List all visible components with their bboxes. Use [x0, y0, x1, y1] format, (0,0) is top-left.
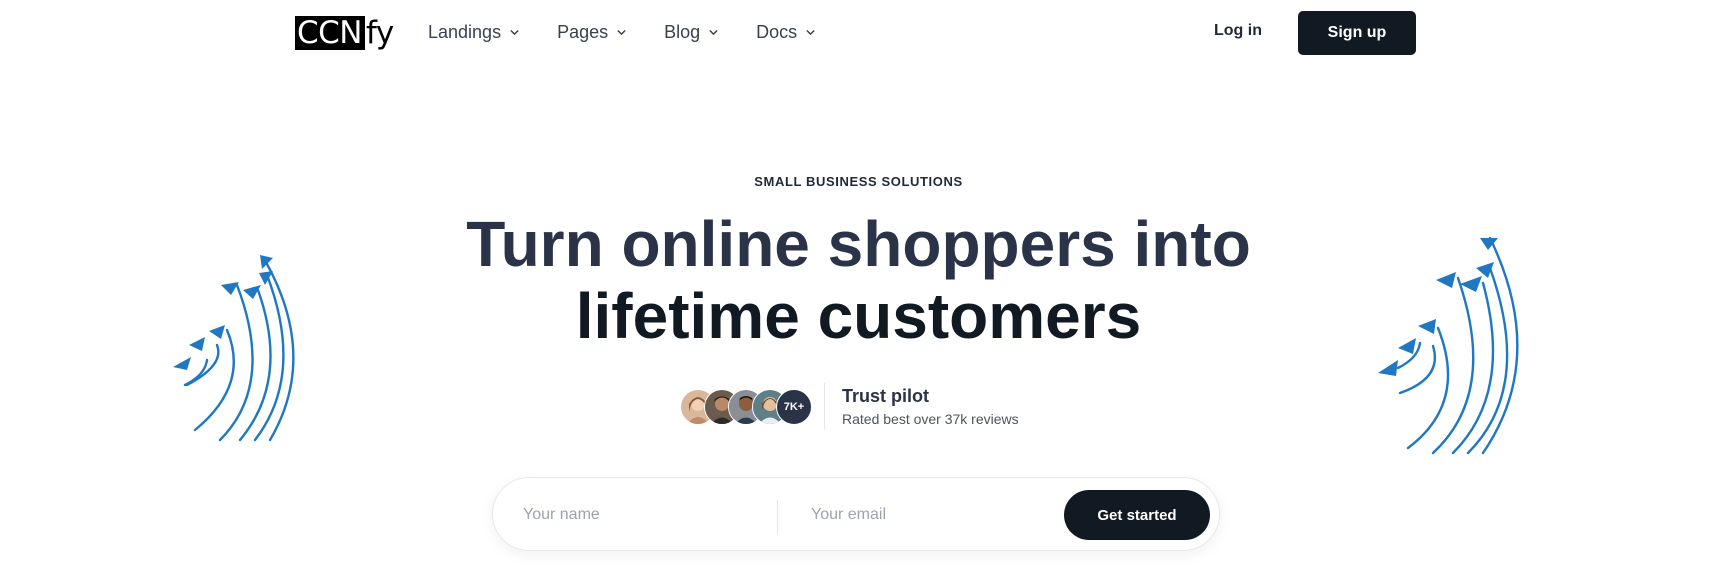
- nav-item-label: Pages: [557, 22, 609, 42]
- nav-item-landings[interactable]: Landings: [428, 22, 521, 43]
- get-started-button[interactable]: Get started: [1064, 490, 1210, 540]
- chevron-down-icon: [617, 30, 626, 35]
- form-divider: [777, 500, 778, 534]
- hero-headline-line2: lifetime customers: [575, 280, 1142, 352]
- landing-page: CCN fy Landings Pages Blog Docs Log in Si…: [0, 0, 1717, 588]
- nav-item-docs[interactable]: Docs: [756, 22, 817, 43]
- email-input[interactable]: [809, 492, 1063, 538]
- name-input[interactable]: [521, 492, 775, 538]
- chevron-down-icon: [510, 30, 519, 35]
- main-nav: Landings Pages Blog Docs: [428, 22, 853, 43]
- chevron-down-icon: [709, 30, 718, 35]
- nav-item-label: Blog: [664, 22, 701, 42]
- trust-subtitle: Rated best over 37k reviews: [842, 411, 1019, 427]
- nav-item-blog[interactable]: Blog: [664, 22, 720, 43]
- avatar-count-badge: 7K+: [776, 389, 812, 425]
- logo[interactable]: CCN fy: [295, 16, 394, 50]
- logo-rest-text: fy: [365, 15, 394, 51]
- avatar-group: 7K+: [680, 389, 812, 425]
- hero-headline-line1: Turn online shoppers into: [466, 208, 1251, 280]
- hero-headline: Turn online shoppers into lifetime custo…: [0, 208, 1717, 352]
- site-header: CCN fy Landings Pages Blog Docs Log in Si…: [0, 0, 1717, 66]
- chevron-down-icon: [806, 30, 815, 35]
- nav-item-label: Docs: [756, 22, 798, 42]
- logo-boxed-text: CCN: [295, 16, 365, 50]
- signup-button[interactable]: Sign up: [1298, 11, 1416, 55]
- trust-title: Trust pilot: [842, 386, 929, 406]
- nav-item-pages[interactable]: Pages: [557, 22, 628, 43]
- nav-item-label: Landings: [428, 22, 502, 42]
- login-link[interactable]: Log in: [1214, 22, 1262, 40]
- hero-eyebrow: SMALL BUSINESS SOLUTIONS: [754, 174, 963, 189]
- trust-divider: [824, 383, 825, 429]
- signup-form: Get started: [492, 477, 1220, 551]
